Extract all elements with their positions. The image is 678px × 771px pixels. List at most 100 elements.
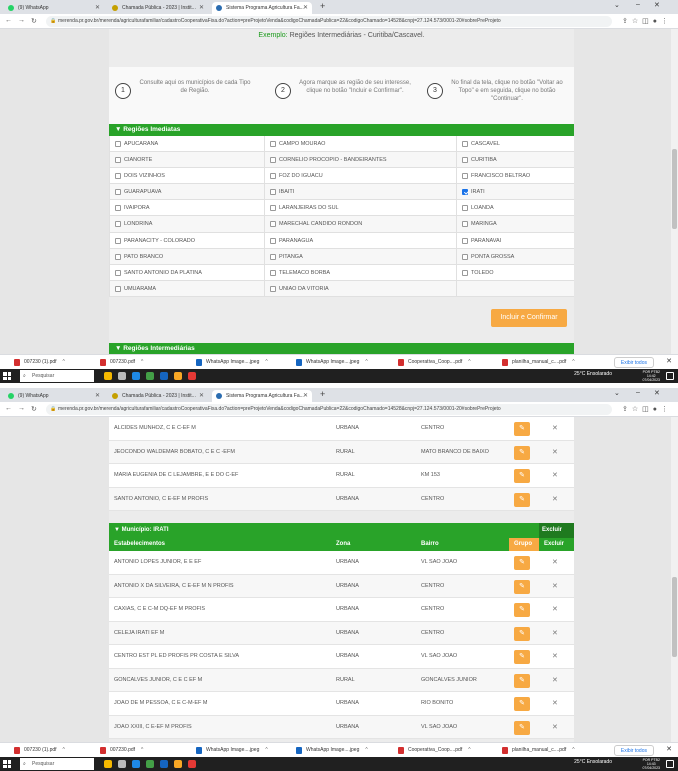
- region-cell[interactable]: DOIS VIZINHOS: [109, 168, 264, 185]
- tab-sistema[interactable]: Sistema Programa Agricultura Fa... ✕: [212, 390, 312, 402]
- chevron-up-icon[interactable]: ^: [265, 747, 267, 753]
- region-cell[interactable]: LOANDA: [456, 200, 574, 217]
- region-cell[interactable]: CIANORTE: [109, 152, 264, 169]
- region-cell[interactable]: PATO BRANCO: [109, 248, 264, 265]
- region-checkbox[interactable]: [270, 253, 276, 260]
- toolbar-icons[interactable]: ⇪☆◫●⋮: [622, 405, 672, 413]
- region-checkbox[interactable]: [462, 237, 468, 244]
- region-checkbox[interactable]: [462, 221, 468, 228]
- download-item[interactable]: 007230.pdf ^: [100, 357, 143, 368]
- region-cell[interactable]: CASCAVEL: [456, 136, 574, 152]
- task-view-icon[interactable]: [118, 760, 126, 768]
- region-cell[interactable]: FRANCISCO BELTRAO: [456, 168, 574, 185]
- back-icon[interactable]: ←: [5, 405, 12, 412]
- clock[interactable]: POR PTB2 14:42 07/04/2023: [642, 370, 660, 382]
- close-icon[interactable]: ✕: [199, 2, 204, 14]
- pencil-icon[interactable]: ✎: [514, 422, 530, 436]
- region-checkbox[interactable]: [270, 237, 276, 244]
- store-icon[interactable]: [146, 372, 154, 380]
- pencil-icon[interactable]: ✎: [514, 556, 530, 570]
- close-icon[interactable]: ✕: [552, 575, 558, 598]
- region-checkbox[interactable]: [462, 205, 468, 212]
- app-icon[interactable]: [104, 372, 112, 380]
- show-all-button[interactable]: Exibir todos: [613, 357, 654, 368]
- edge-icon[interactable]: [132, 760, 140, 768]
- close-icon[interactable]: ✕: [552, 598, 558, 621]
- region-cell[interactable]: IRATI: [456, 184, 574, 201]
- back-icon[interactable]: ←: [5, 17, 12, 24]
- scrollbar[interactable]: [671, 29, 678, 354]
- close-icon[interactable]: ✕: [95, 390, 100, 402]
- chevron-up-icon[interactable]: ^: [468, 359, 470, 365]
- pencil-icon[interactable]: ✎: [514, 492, 530, 507]
- tab-whatsapp[interactable]: (9) WhatsApp ✕: [4, 2, 104, 14]
- chevron-up-icon[interactable]: ^: [365, 359, 367, 365]
- close-icon[interactable]: ✕: [552, 464, 558, 487]
- chrome-icon[interactable]: [188, 760, 196, 768]
- incluir-confirmar-button[interactable]: Incluir e Confirmar: [491, 309, 567, 327]
- minimize-icon[interactable]: –: [636, 389, 640, 396]
- download-item[interactable]: WhatsApp Image....jpeg ^: [296, 357, 368, 368]
- close-icon[interactable]: ✕: [199, 390, 204, 402]
- download-item[interactable]: Cooperativa_Coop....pdf ^: [398, 745, 471, 756]
- region-cell[interactable]: GUARAPUAVA: [109, 184, 264, 201]
- new-tab-icon[interactable]: +: [320, 389, 325, 399]
- chevron-up-icon[interactable]: ^: [572, 747, 574, 753]
- pencil-icon[interactable]: ✎: [514, 697, 530, 711]
- region-cell[interactable]: IVAIPORA: [109, 200, 264, 217]
- pencil-icon[interactable]: ✎: [514, 650, 530, 664]
- region-cell[interactable]: PITANGA: [264, 248, 456, 265]
- pencil-icon[interactable]: ✎: [514, 579, 530, 594]
- download-item[interactable]: WhatsApp Image....jpeg ^: [196, 745, 268, 756]
- region-cell[interactable]: LARANJEIRAS DO SUL: [264, 200, 456, 217]
- download-item[interactable]: 007230 (1).pdf ^: [14, 357, 65, 368]
- scrollbar[interactable]: [671, 417, 678, 742]
- close-icon[interactable]: ✕: [552, 441, 558, 464]
- store-icon[interactable]: [146, 760, 154, 768]
- show-all-button[interactable]: Exibir todos: [613, 745, 654, 756]
- close-icon[interactable]: ✕: [552, 645, 558, 668]
- windows-start-icon[interactable]: [3, 760, 11, 768]
- region-checkbox[interactable]: [462, 157, 468, 164]
- close-icon[interactable]: ✕: [552, 692, 558, 715]
- region-cell[interactable]: UNIAO DA VITORIA: [264, 280, 456, 297]
- region-cell[interactable]: UMUARAMA: [109, 280, 264, 297]
- region-cell[interactable]: FOZ DO IGUACU: [264, 168, 456, 185]
- taskbar-search[interactable]: ⌕ Pesquisar: [20, 370, 94, 382]
- region-cell[interactable]: TOLEDO: [456, 264, 574, 281]
- pencil-icon[interactable]: ✎: [514, 673, 530, 688]
- url-field[interactable]: 🔒 merenda.pr.gov.br/merenda/agriculturafa…: [46, 16, 612, 27]
- close-icon[interactable]: ✕: [552, 716, 558, 739]
- download-item[interactable]: WhatsApp Image....jpeg ^: [296, 745, 368, 756]
- region-cell[interactable]: PONTA GROSSA: [456, 248, 574, 265]
- pencil-icon[interactable]: ✎: [514, 720, 530, 735]
- chevron-up-icon[interactable]: ^: [265, 359, 267, 365]
- region-cell[interactable]: MARINGA: [456, 216, 574, 233]
- close-icon[interactable]: ✕: [552, 551, 558, 574]
- pencil-icon[interactable]: ✎: [514, 626, 530, 641]
- chevron-up-icon[interactable]: ^: [63, 359, 65, 365]
- download-item[interactable]: 007230 (1).pdf ^: [14, 745, 65, 756]
- region-checkbox[interactable]: [462, 189, 468, 196]
- municipio-header[interactable]: ▼ Município: IRATI: [109, 523, 539, 538]
- region-checkbox[interactable]: [270, 221, 276, 228]
- region-cell[interactable]: CORNELIO PROCOPIO - BANDEIRANTES: [264, 152, 456, 169]
- download-item[interactable]: planilha_manual_c....pdf ^: [502, 745, 575, 756]
- chevron-up-icon[interactable]: ^: [572, 359, 574, 365]
- region-cell[interactable]: LONDRINA: [109, 216, 264, 233]
- close-window-icon[interactable]: ✕: [654, 1, 660, 9]
- explorer-icon[interactable]: [174, 372, 182, 380]
- region-checkbox[interactable]: [115, 157, 121, 164]
- region-cell[interactable]: CURITIBA: [456, 152, 574, 169]
- download-item[interactable]: Cooperativa_Coop....pdf ^: [398, 357, 471, 368]
- download-item[interactable]: 007230.pdf ^: [100, 745, 143, 756]
- download-item[interactable]: planilha_manual_c....pdf ^: [502, 357, 575, 368]
- close-icon[interactable]: ✕: [303, 390, 308, 402]
- chevron-up-icon[interactable]: ^: [468, 747, 470, 753]
- tab-whatsapp[interactable]: (9) WhatsApp ✕: [4, 390, 104, 402]
- tab-chamada[interactable]: Chamada Pública - 2023 | Instit... ✕: [108, 390, 208, 402]
- chevron-up-icon[interactable]: ^: [365, 747, 367, 753]
- close-icon[interactable]: ✕: [95, 2, 100, 14]
- clock[interactable]: POR PTB2 14:43 07/04/2023: [642, 758, 660, 770]
- region-checkbox[interactable]: [115, 205, 121, 212]
